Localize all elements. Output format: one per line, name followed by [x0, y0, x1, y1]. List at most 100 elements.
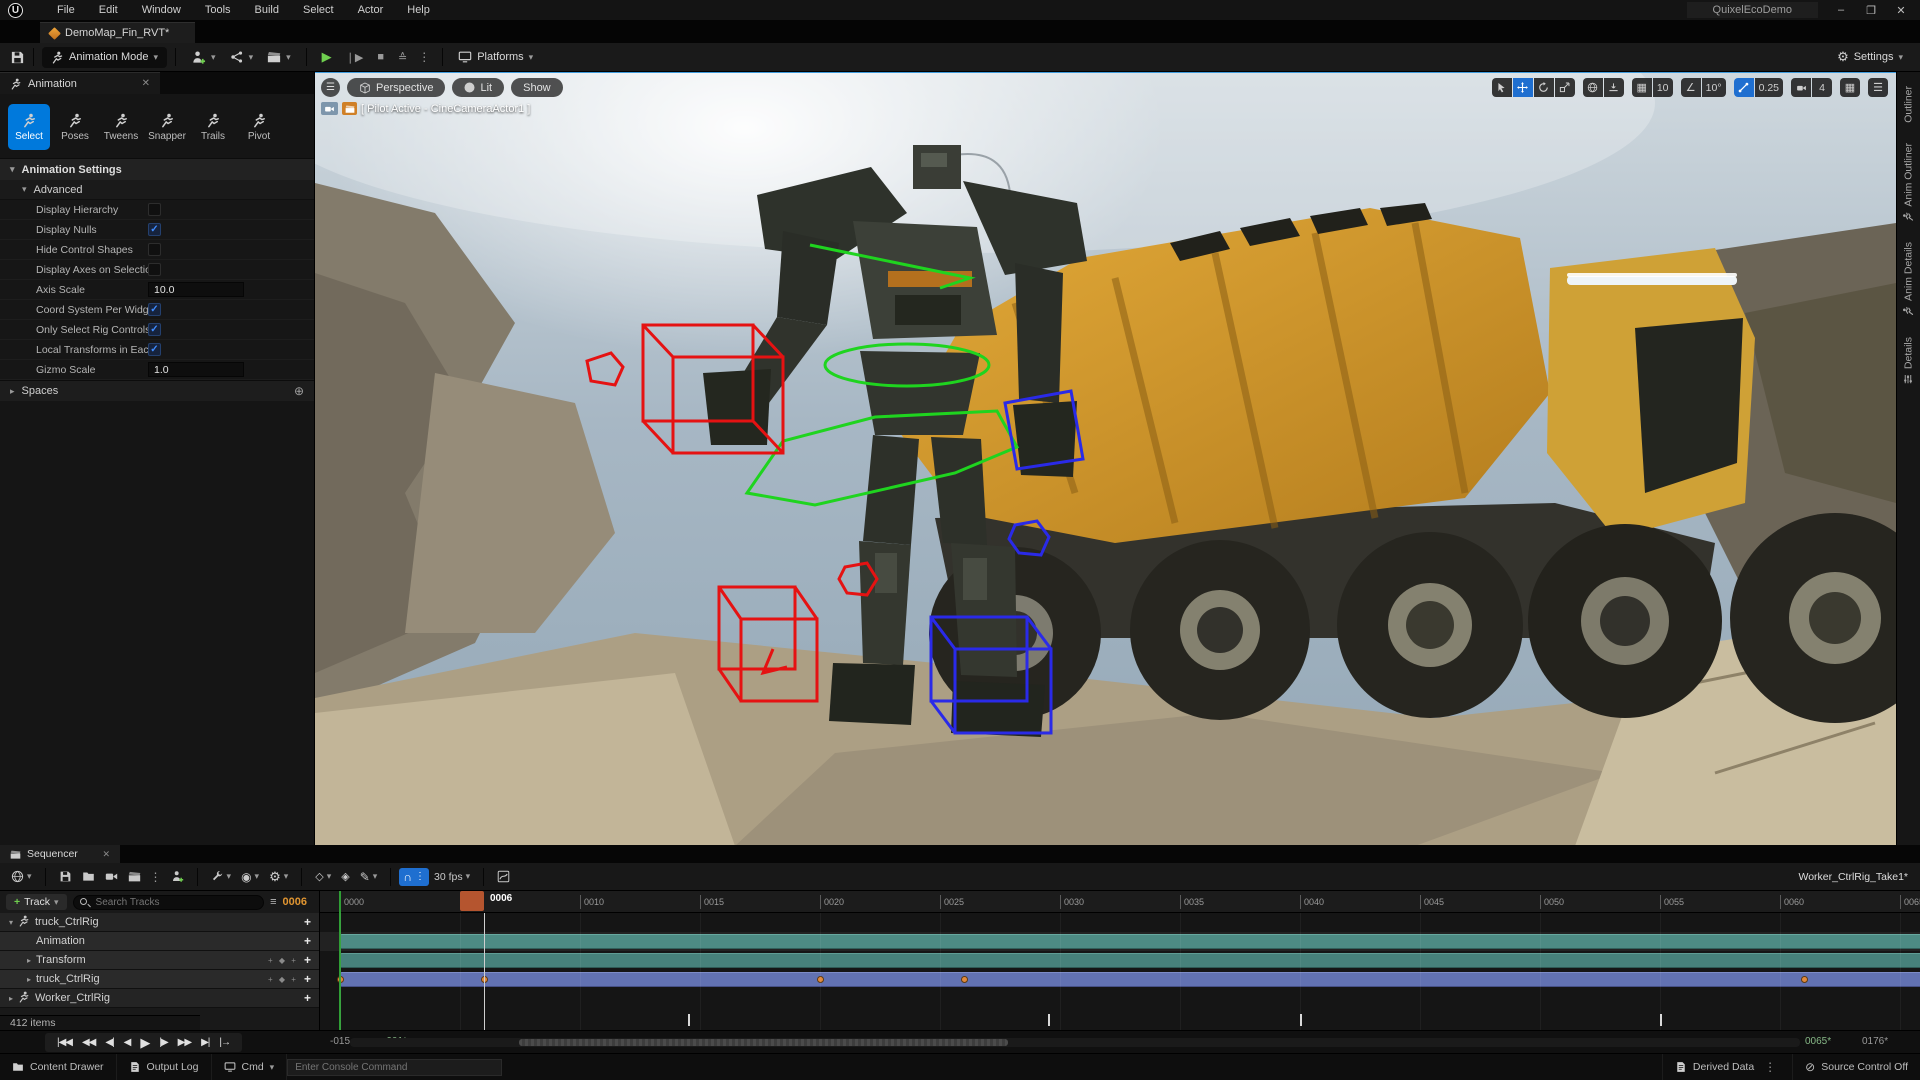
track-section-bar[interactable]: [340, 972, 1920, 987]
close-icon[interactable]: ✕: [142, 78, 150, 89]
edit-mode-dropdown[interactable]: ✎▾: [355, 868, 383, 886]
keyframe-nav[interactable]: + ◆ +: [268, 956, 298, 965]
track-row-truck_ctrlrig[interactable]: ▸truck_CtrlRig+ ◆ ++: [0, 970, 319, 989]
add-section-icon[interactable]: +: [304, 991, 311, 1005]
chevron-down-icon[interactable]: ▾: [4, 918, 18, 927]
render-movie-icon[interactable]: [123, 868, 146, 885]
settings-dropdown[interactable]: ⚙ Settings ▾: [1830, 46, 1910, 68]
track-section-bar[interactable]: [340, 953, 1920, 968]
maximize-viewport-button[interactable]: ☰: [1868, 78, 1888, 97]
tab-animation[interactable]: Animation ✕: [0, 72, 160, 94]
chevron-right-icon[interactable]: ▸: [22, 956, 36, 965]
scale-snap-value[interactable]: 0.25: [1755, 78, 1783, 97]
source-control-button[interactable]: ⊘ Source Control Off: [1792, 1054, 1920, 1080]
derived-data-options-icon[interactable]: ⋮: [1760, 1060, 1780, 1074]
menu-window[interactable]: Window: [132, 2, 191, 18]
add-actor-to-sequence-icon[interactable]: [166, 868, 189, 885]
value-field[interactable]: [148, 282, 244, 297]
add-section-icon[interactable]: +: [304, 915, 311, 929]
mode-button-select[interactable]: Select: [8, 104, 50, 150]
mode-button-trails[interactable]: Trails: [192, 104, 234, 150]
dock-tab-anim-details[interactable]: Anim Details: [1897, 242, 1920, 323]
timeline-track-row[interactable]: [320, 951, 1920, 970]
add-section-icon[interactable]: +: [304, 972, 311, 986]
menu-actor[interactable]: Actor: [348, 2, 394, 18]
add-space-icon[interactable]: ⊕: [294, 384, 304, 398]
tab-sequencer[interactable]: Sequencer ✕: [0, 845, 120, 863]
sequence-browser-dropdown[interactable]: ▾: [6, 868, 37, 885]
mode-button-snapper[interactable]: Snapper: [146, 104, 188, 150]
menu-build[interactable]: Build: [245, 2, 289, 18]
scale-tool-button[interactable]: [1555, 78, 1575, 97]
to-end-button[interactable]: ▶|: [201, 1037, 209, 1048]
camera-speed-value[interactable]: 4: [1812, 78, 1832, 97]
eject-button[interactable]: ≙: [391, 48, 414, 67]
rotate-tool-button[interactable]: [1534, 78, 1554, 97]
mode-button-tweens[interactable]: Tweens: [100, 104, 142, 150]
camera-speed-icon[interactable]: [1791, 78, 1811, 97]
checkbox[interactable]: [148, 203, 161, 216]
menu-help[interactable]: Help: [397, 2, 440, 18]
track-section-bar[interactable]: [340, 934, 1920, 949]
editor-mode-dropdown[interactable]: Animation Mode ▾: [42, 47, 167, 68]
cinematics-dropdown[interactable]: ▾: [260, 47, 298, 67]
next-key-button[interactable]: ▶▶: [178, 1037, 191, 1048]
track-row-animation[interactable]: Animation+: [0, 932, 319, 951]
timeline-track-row[interactable]: [320, 913, 1920, 932]
view-options-dropdown[interactable]: ◉▾: [236, 868, 264, 886]
viewport-layout-button[interactable]: ▦: [1840, 78, 1860, 97]
menu-edit[interactable]: Edit: [89, 2, 128, 18]
menu-file[interactable]: File: [47, 2, 85, 18]
timeline-track-row[interactable]: [320, 932, 1920, 951]
track-row-transform[interactable]: ▸Transform+ ◆ ++: [0, 951, 319, 970]
to-front-button[interactable]: |◀◀: [57, 1037, 72, 1048]
viewport-options-button[interactable]: ☰: [321, 78, 340, 97]
step-back-button[interactable]: ◀|: [105, 1037, 113, 1048]
add-track-button[interactable]: + Track ▾: [6, 894, 67, 910]
grid-snap-value[interactable]: 10: [1653, 78, 1673, 97]
world-local-toggle[interactable]: [1583, 78, 1603, 97]
checkbox[interactable]: ✓: [148, 223, 161, 236]
playhead-line[interactable]: [484, 913, 485, 1030]
cmd-dropdown[interactable]: Cmd ▾: [212, 1054, 288, 1080]
timeline-area[interactable]: 0000000500100015002000250030003500400045…: [320, 891, 1920, 1030]
track-row-worker_ctrlrig[interactable]: ▸Worker_CtrlRig+: [0, 989, 319, 1008]
level-viewport[interactable]: ☰ Perspective Lit Show [ Pilot Active - …: [315, 72, 1896, 845]
rotation-snap-value[interactable]: 10°: [1702, 78, 1726, 97]
play-forward-button[interactable]: ▶: [140, 1035, 149, 1051]
section-animation-settings[interactable]: ▾ Animation Settings: [0, 158, 314, 180]
keyframe-nav[interactable]: + ◆ +: [268, 975, 298, 984]
snapping-toggle[interactable]: ∩⋮: [399, 868, 429, 886]
blueprints-dropdown[interactable]: ▾: [223, 47, 261, 67]
keyframe-dot[interactable]: [1801, 976, 1808, 983]
track-row-truck_ctrlrig[interactable]: ▾truck_CtrlRig+: [0, 913, 319, 932]
grid-snap-icon[interactable]: ▦: [1632, 78, 1652, 97]
sequence-tools-dropdown[interactable]: ▾: [206, 868, 237, 885]
play-button[interactable]: ▶: [315, 46, 339, 68]
stop-button[interactable]: ■: [370, 48, 391, 66]
save-sequence-icon[interactable]: [54, 868, 77, 885]
move-tool-button[interactable]: [1513, 78, 1533, 97]
add-actor-dropdown[interactable]: ▾: [184, 47, 223, 68]
keyframe-dot[interactable]: [961, 976, 968, 983]
section-advanced[interactable]: ▾ Advanced: [0, 180, 314, 200]
add-section-icon[interactable]: +: [304, 953, 311, 967]
checkbox[interactable]: [148, 243, 161, 256]
create-camera-icon[interactable]: [100, 868, 123, 885]
show-dropdown[interactable]: Show: [511, 78, 563, 97]
curve-editor-icon[interactable]: [492, 868, 515, 885]
restore-icon[interactable]: ❐: [1856, 4, 1886, 17]
track-search-input[interactable]: [73, 895, 265, 910]
dock-tab-anim-outliner[interactable]: Anim Outliner: [1897, 143, 1920, 229]
lit-dropdown[interactable]: Lit: [452, 78, 504, 97]
previous-key-button[interactable]: ◀◀: [82, 1037, 95, 1048]
menu-select[interactable]: Select: [293, 2, 344, 18]
section-spaces[interactable]: ▸ Spaces ⊕: [0, 380, 314, 401]
mode-button-poses[interactable]: Poses: [54, 104, 96, 150]
checkbox[interactable]: ✓: [148, 343, 161, 356]
current-frame-value[interactable]: 0006: [283, 896, 307, 908]
playback-options-dropdown[interactable]: ⚙▾: [264, 867, 293, 887]
value-field[interactable]: [148, 362, 244, 377]
auto-key-icon[interactable]: ◈: [336, 868, 354, 885]
derived-data-button[interactable]: Derived Data ⋮: [1662, 1054, 1792, 1080]
